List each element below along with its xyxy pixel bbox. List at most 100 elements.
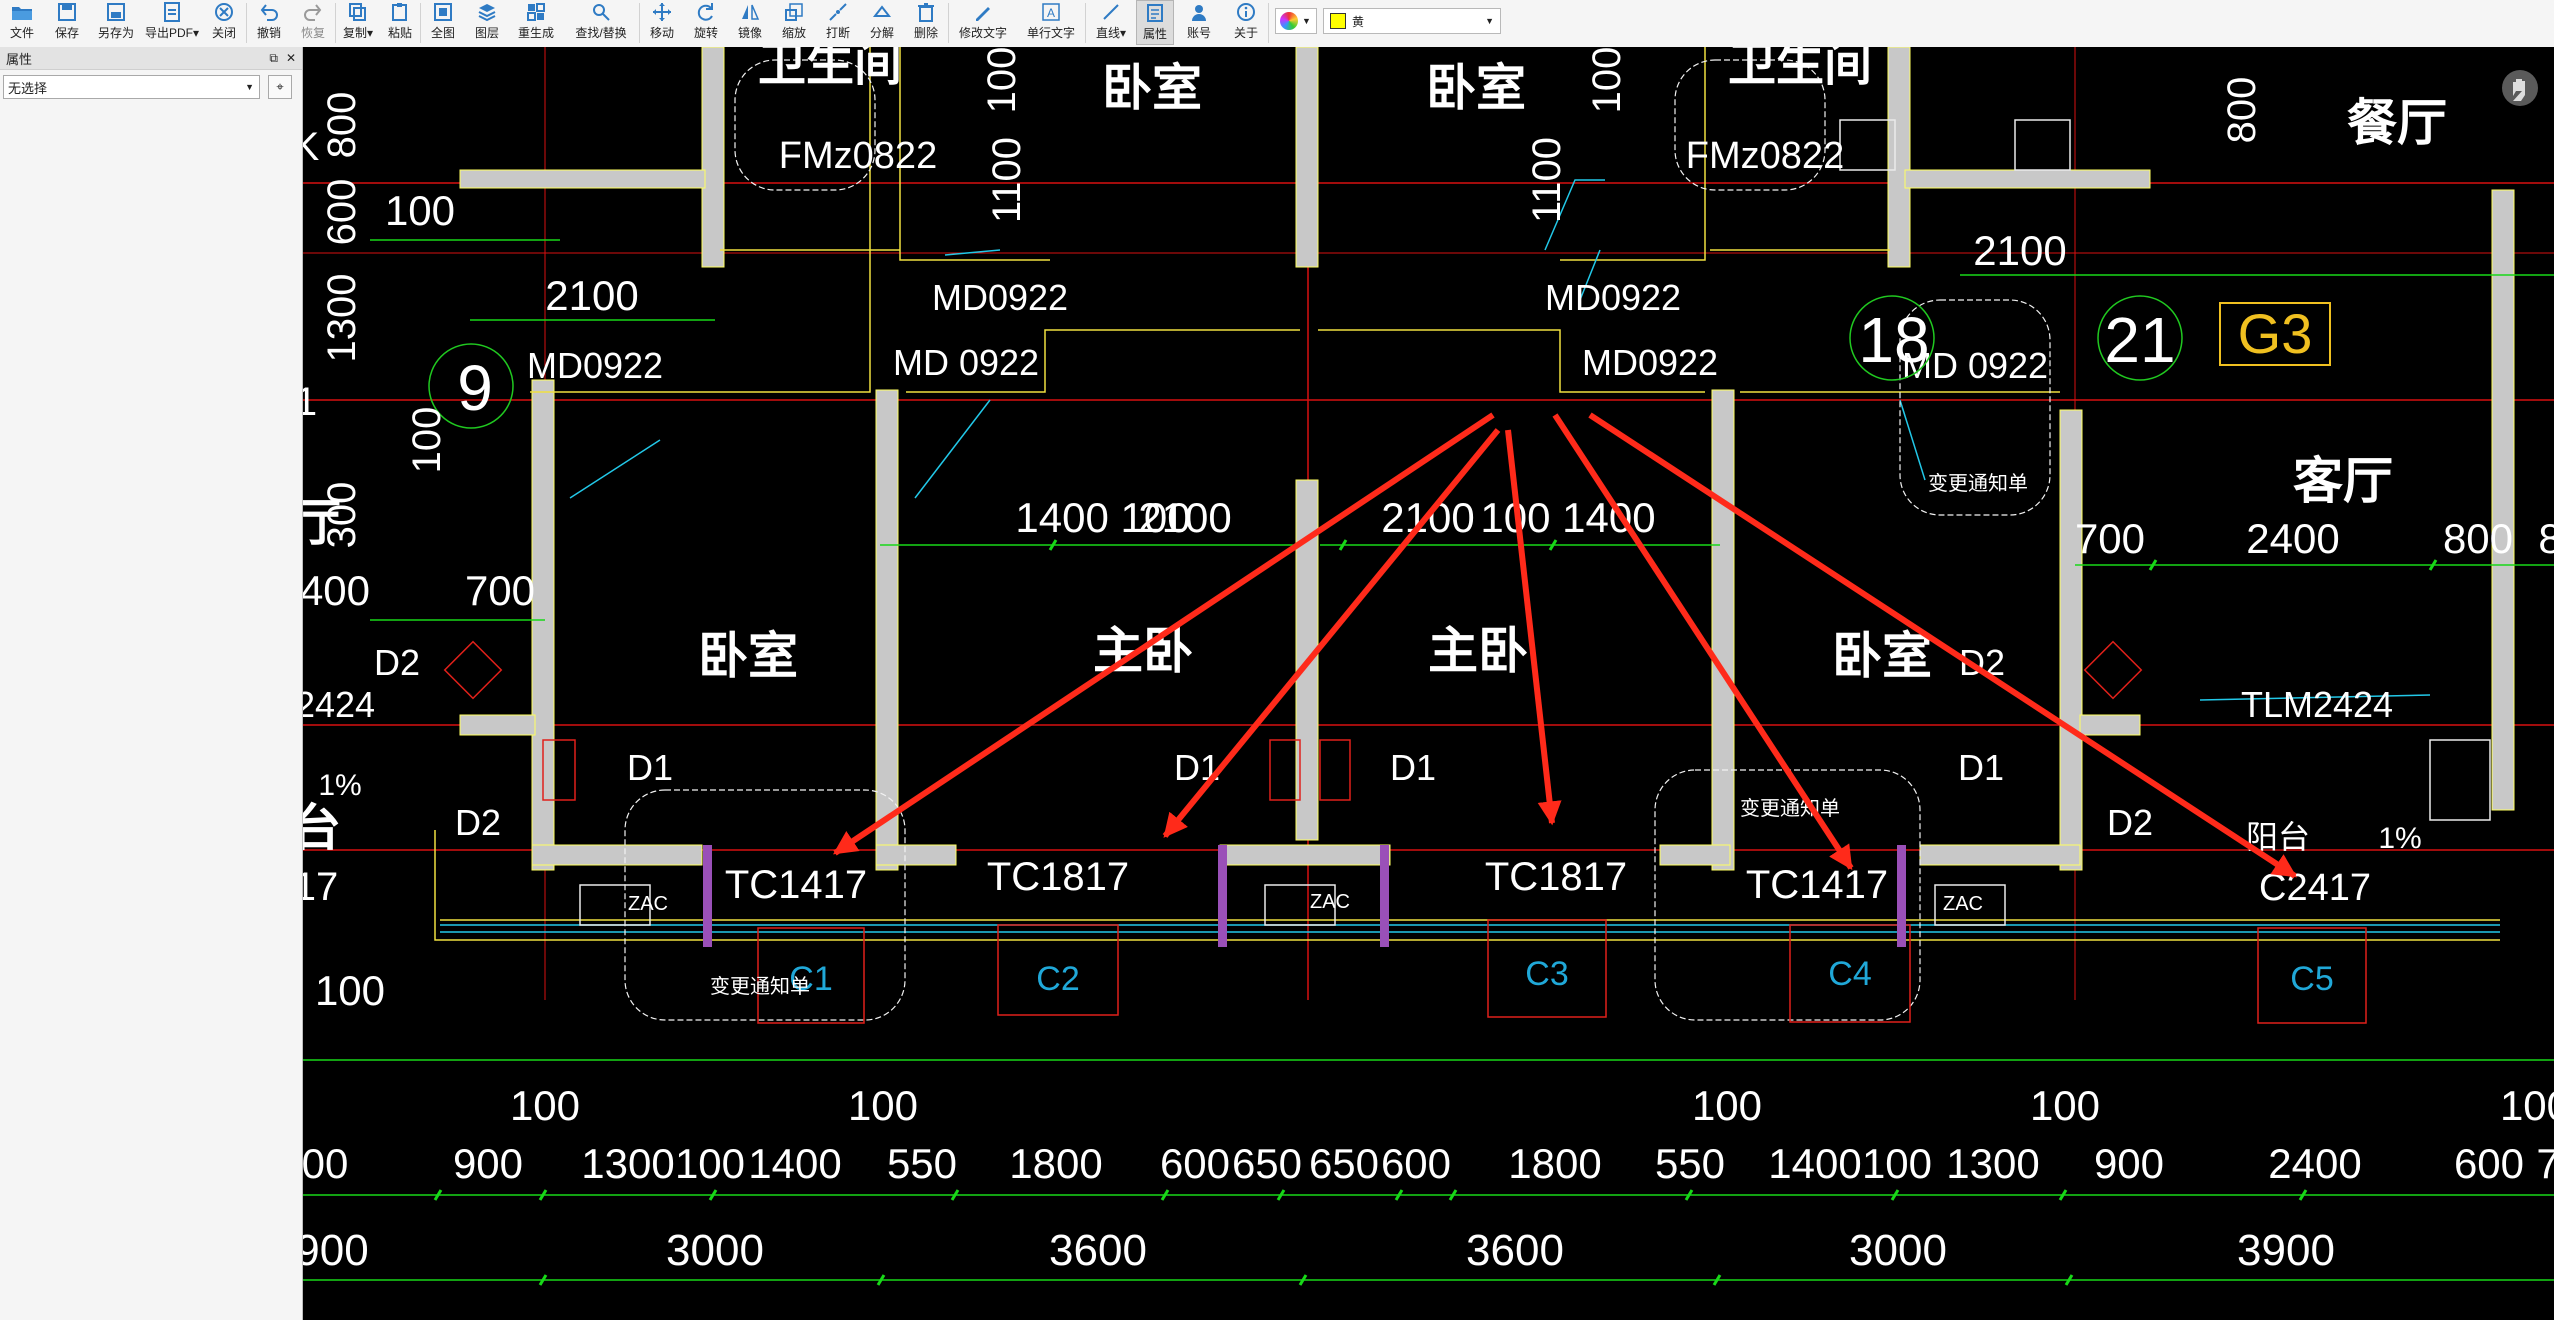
color-select[interactable]: 黄 ▼ <box>1323 8 1501 34</box>
dim-100r: 100 <box>1585 47 1629 113</box>
dim-row1-c: 100 <box>1692 1082 1762 1129</box>
save-as-button[interactable]: 另存为 <box>90 0 142 45</box>
panel-controls: ⧉ ✕ <box>269 51 296 66</box>
explode-label: 分解 <box>869 26 894 40</box>
dim-row2-12: 550 <box>1655 1140 1725 1187</box>
dim-2100d: 2100 <box>1973 227 2066 274</box>
grid-18: 18 <box>1858 304 1929 376</box>
g3-label: G3 <box>2238 302 2313 365</box>
rotate-label: 旋转 <box>693 26 718 40</box>
tag-fm2: FMz0822 <box>1686 135 1844 177</box>
properties-button[interactable]: 属性 <box>1136 0 1174 45</box>
close-button[interactable]: 关闭 <box>202 0 246 45</box>
room-bed-left: 卧室 <box>698 627 798 685</box>
export-pdf-button[interactable]: 导出PDF▾ <box>142 0 202 45</box>
single-line-text-icon: A <box>1040 2 1062 22</box>
tag-tlm-left: 2424 <box>303 684 375 725</box>
rotate-button[interactable]: 旋转 <box>684 0 728 45</box>
dim-row2-14: 100 <box>1862 1140 1932 1187</box>
save-as-icon <box>105 2 127 22</box>
dim-row1-a: 100 <box>510 1082 580 1129</box>
dim-700a: 700 <box>465 567 535 614</box>
copy-button[interactable]: 复制▾ <box>336 0 380 45</box>
drawing-canvas[interactable]: C1 C2 C3 C4 C5 卫生间 卧室 卧室 卫生间 餐厅 客厅 卧室 主卧… <box>303 47 2554 1320</box>
dim-row2-10: 600 <box>1381 1140 1451 1187</box>
scale-label: 缩放 <box>781 26 806 40</box>
dim-row2-18: 600 <box>2454 1140 2524 1187</box>
close-label: 关闭 <box>211 26 236 40</box>
account-button[interactable]: 账号 <box>1174 0 1224 45</box>
edit-text-button[interactable]: 修改文字 <box>949 0 1017 45</box>
dim-row2-15: 1300 <box>1946 1140 2039 1187</box>
tag-change2: 变更通知单 <box>1740 797 1840 820</box>
tag-c2417: C2417 <box>2259 867 2371 909</box>
find-replace-button[interactable]: 查找/替换 <box>563 0 639 45</box>
selection-dropdown[interactable]: 无选择 ▼ <box>3 75 260 99</box>
redo-button[interactable]: 恢复 <box>291 0 335 45</box>
redo-icon <box>302 2 324 22</box>
scale-button[interactable]: 缩放 <box>772 0 816 45</box>
tag-zac1: ZAC <box>628 893 668 915</box>
regen-button[interactable]: 重生成 <box>509 0 563 45</box>
dim-row3-0: 900 <box>303 1226 369 1275</box>
rotate-icon <box>695 2 717 22</box>
pan-hand-icon[interactable] <box>2502 70 2538 106</box>
explode-button[interactable]: 分解 <box>860 0 904 45</box>
dim-400: 400 <box>303 567 370 614</box>
dim-row2-6: 1800 <box>1009 1140 1102 1187</box>
cad-drawing: C1 C2 C3 C4 C5 卫生间 卧室 卧室 卫生间 餐厅 客厅 卧室 主卧… <box>303 47 2554 1286</box>
close-icon[interactable]: ✕ <box>286 51 296 66</box>
break-button[interactable]: 打断 <box>816 0 860 45</box>
box-label-c5: C5 <box>2290 960 2333 998</box>
paste-button[interactable]: 粘贴 <box>380 0 420 45</box>
dim-row1: 100 100 100 100 100 <box>510 1082 2554 1129</box>
mirror-button[interactable]: 镜像 <box>728 0 772 45</box>
dim-row2-7: 600 <box>1160 1140 1230 1187</box>
dim-row2-13: 1400 <box>1768 1140 1861 1187</box>
grid-bubble-labels: 9 18 21 <box>457 304 2175 424</box>
line-button[interactable]: 直线▾ <box>1086 0 1136 45</box>
tag-tlm-right: TLM2424 <box>2241 684 2393 725</box>
save-button[interactable]: 保存 <box>44 0 90 45</box>
dim-row2-8: 650 <box>1232 1140 1302 1187</box>
room-master2: 主卧 <box>1428 622 1528 680</box>
find-replace-icon <box>590 2 612 22</box>
delete-button[interactable]: 删除 <box>904 0 948 45</box>
export-pdf-label: 导出PDF▾ <box>144 26 200 40</box>
dim-2100a: 2100 <box>545 272 638 319</box>
dim-2100b: 2100 <box>1138 494 1231 541</box>
single-line-text-label: 单行文字 <box>1026 26 1075 40</box>
dim-row2-4: 1400 <box>748 1140 841 1187</box>
layers-button[interactable]: 图层 <box>465 0 509 45</box>
undo-label: 撤销 <box>256 26 281 40</box>
dim-800c: 800 <box>2220 77 2264 144</box>
tag-slope2: 1% <box>2378 822 2421 855</box>
room-bed-right: 卧室 <box>1832 627 1932 685</box>
quick-select-button[interactable]: ⌖ <box>268 75 292 99</box>
dim-row3-2: 3600 <box>1049 1226 1147 1275</box>
color-wheel-dropdown[interactable]: ▼ <box>1275 8 1317 34</box>
tag-slope1: 1% <box>318 769 361 802</box>
dim-800b: 800 <box>2443 515 2513 562</box>
dim-row2-16: 900 <box>2094 1140 2164 1187</box>
about-label: 关于 <box>1233 26 1258 40</box>
tag-fm1: FMz0822 <box>779 135 937 177</box>
tag-md4: MD0922 <box>1545 277 1681 318</box>
fit-view-button[interactable]: 全图 <box>421 0 465 45</box>
dim-1100a: 1100 <box>985 137 1029 223</box>
svg-text:A: A <box>1047 6 1055 20</box>
room-bath-right: 卫生间 <box>1728 47 1872 92</box>
dim-100top: 100 <box>980 47 1024 113</box>
delete-icon <box>915 2 937 22</box>
properties-label: 属性 <box>1142 27 1167 41</box>
dim-600a: 600 <box>320 179 364 246</box>
selection-value: 无选择 <box>8 80 48 96</box>
single-line-text-button[interactable]: A 单行文字 <box>1017 0 1085 45</box>
undo-button[interactable]: 撤销 <box>247 0 291 45</box>
float-icon[interactable]: ⧉ <box>269 51 278 66</box>
walls <box>459 47 2515 871</box>
about-button[interactable]: 关于 <box>1224 0 1268 45</box>
move-icon <box>651 2 673 22</box>
move-button[interactable]: 移动 <box>640 0 684 45</box>
file-button[interactable]: 文件 <box>0 0 44 45</box>
